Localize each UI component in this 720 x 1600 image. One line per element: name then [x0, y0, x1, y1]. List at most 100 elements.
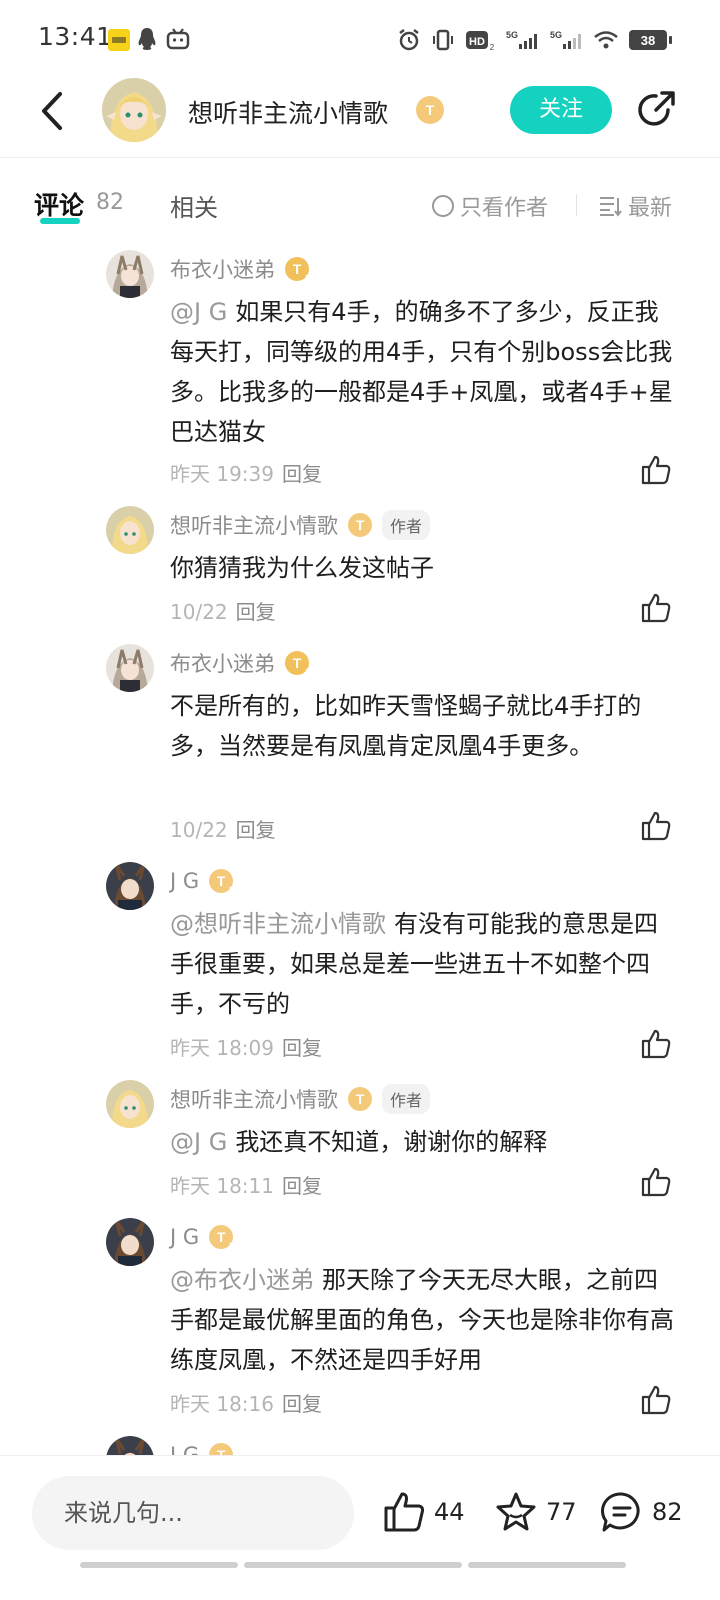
comment-author[interactable]: J G: [170, 1225, 199, 1249]
avatar[interactable]: [106, 862, 154, 910]
level-badge: T4: [416, 96, 445, 126]
tab-active-indicator: [40, 218, 80, 224]
mention[interactable]: @布衣小迷弟: [170, 1266, 314, 1294]
reply-button[interactable]: 回复: [236, 818, 276, 842]
sort-icon: [600, 197, 622, 217]
tab-related[interactable]: 相关: [170, 188, 218, 223]
reply-button[interactable]: 回复: [282, 462, 322, 486]
svg-text:HD: HD: [469, 36, 485, 48]
like-icon[interactable]: [640, 1166, 672, 1198]
level-number: 4: [439, 116, 445, 126]
level-number: 1: [304, 273, 310, 283]
favorite-button[interactable]: 77: [494, 1490, 577, 1534]
comment-author[interactable]: 布衣小迷弟: [170, 254, 275, 284]
comment-text: @想听非主流小情歌 有没有可能我的意思是四手很重要，如果总是差一些进五十不如整个四…: [170, 904, 680, 1024]
like-icon[interactable]: [640, 454, 672, 486]
avatar[interactable]: [106, 506, 154, 554]
gesture-bar: [468, 1562, 626, 1568]
star-count: 77: [546, 1498, 577, 1526]
like-icon[interactable]: [640, 810, 672, 842]
reply-button[interactable]: 回复: [282, 1174, 322, 1198]
comment-item: 布衣小迷弟 T1 不是所有的，比如昨天雪怪蝎子就比4手打的多，当然要是有凤凰肯定…: [0, 644, 720, 844]
author-name[interactable]: 想听非主流小情歌: [188, 94, 388, 130]
bilibili-icon: [166, 28, 190, 50]
mention[interactable]: @想听非主流小情歌: [170, 910, 386, 938]
reply-button[interactable]: 回复: [236, 600, 276, 624]
qq-icon: [138, 28, 156, 50]
comment-meta: 昨天 18:11 回复: [170, 1170, 322, 1199]
avatar[interactable]: [106, 1080, 154, 1128]
like-icon[interactable]: [640, 1028, 672, 1060]
share-icon[interactable]: [634, 88, 678, 132]
author-avatar[interactable]: [102, 78, 166, 142]
reply-button[interactable]: 回复: [282, 1392, 322, 1416]
comment-count: 82: [652, 1498, 683, 1526]
like-count: 44: [434, 1498, 465, 1526]
svg-text:2: 2: [490, 43, 495, 52]
comment-meta: 10/22 回复: [170, 596, 276, 625]
comment-header: 布衣小迷弟 T1: [170, 648, 310, 678]
comment-content: 不是所有的，比如昨天雪怪蝎子就比4手打的多，当然要是有凤凰肯定凤凰4手更多。: [170, 692, 642, 760]
signal-5g-icon: 5G: [506, 30, 537, 49]
like-post-button[interactable]: 44: [382, 1490, 465, 1534]
tab-comments[interactable]: 评论: [34, 186, 84, 222]
comment-meta: 昨天 18:16 回复: [170, 1388, 322, 1417]
back-arrow-icon[interactable]: [34, 88, 74, 134]
comment-author[interactable]: 想听非主流小情歌: [170, 510, 338, 540]
sort-toggle[interactable]: 最新: [598, 190, 672, 222]
level-letter: T: [355, 1091, 365, 1107]
alarm-icon: [399, 29, 419, 51]
comment-content: 如果只有4手，的确多不了多少，反正我每天打，同等级的用4手，只有个别boss会比…: [170, 298, 673, 446]
level-letter: T: [216, 873, 226, 889]
comment-item: J G T5: [0, 1436, 720, 1455]
follow-button[interactable]: 关注: [510, 86, 612, 134]
radio-circle-icon: [432, 195, 454, 217]
reply-button[interactable]: 回复: [282, 1036, 322, 1060]
signal-5g-icon-2: 5G: [550, 30, 581, 49]
comment-time: 昨天 18:16: [170, 1392, 274, 1416]
comment-meta: 昨天 19:39 回复: [170, 458, 322, 487]
avatar[interactable]: [106, 250, 154, 298]
comment-author[interactable]: 想听非主流小情歌: [170, 1084, 338, 1114]
comment-header: J G T5: [170, 1440, 234, 1455]
avatar[interactable]: [106, 1218, 154, 1266]
comment-input[interactable]: 来说几句...: [32, 1476, 354, 1550]
avatar[interactable]: [106, 644, 154, 692]
wifi-icon: [594, 31, 618, 49]
post-header: 想听非主流小情歌 T4 关注: [0, 72, 720, 158]
status-time: 13:41: [38, 22, 113, 51]
hd-icon: HD 2: [466, 31, 495, 52]
comment-author[interactable]: J G: [170, 869, 199, 893]
comment-content: 我还真不知道，谢谢你的解释: [235, 1128, 548, 1156]
mention[interactable]: @J G: [170, 1128, 227, 1156]
comment-author[interactable]: J G: [170, 1443, 199, 1455]
status-icons: HD 2 5G 5G 38: [397, 26, 672, 54]
author-tag: 作者: [382, 510, 431, 540]
comment-header: 想听非主流小情歌 T4 作者: [170, 510, 431, 540]
level-badge: T1: [285, 651, 310, 677]
comment-author[interactable]: 布衣小迷弟: [170, 648, 275, 678]
comment-meta: 10/22 回复: [170, 814, 276, 843]
comment-header: 想听非主流小情歌 T4 作者: [170, 1084, 431, 1114]
svg-text:5G: 5G: [506, 30, 518, 40]
avatar[interactable]: [106, 1436, 154, 1455]
only-author-label: 只看作者: [460, 196, 549, 221]
status-bar: 13:41 HD 2 5G 5G 38: [0, 0, 720, 80]
level-badge: T5: [209, 1443, 234, 1455]
like-icon[interactable]: [640, 1384, 672, 1416]
divider: [576, 194, 577, 216]
level-letter: T: [425, 102, 435, 118]
mention[interactable]: @J G: [170, 298, 227, 326]
level-number: 5: [229, 885, 235, 895]
comment-meta: 昨天 18:09 回复: [170, 1032, 322, 1061]
like-icon[interactable]: [640, 592, 672, 624]
gesture-bar: [244, 1562, 462, 1568]
comment-item: 布衣小迷弟 T1 @J G 如果只有4手，的确多不了多少，反正我每天打，同等级的用…: [0, 250, 720, 490]
bottom-bar: 来说几句... 44 77 82: [0, 1455, 720, 1600]
only-author-toggle[interactable]: 只看作者: [432, 190, 548, 222]
comment-button[interactable]: 82: [600, 1490, 683, 1534]
comment-header: J G T5: [170, 1222, 234, 1252]
comment-header: J G T5: [170, 866, 235, 896]
comment-time: 昨天 19:39: [170, 462, 274, 486]
comment-time: 10/22: [170, 818, 228, 842]
